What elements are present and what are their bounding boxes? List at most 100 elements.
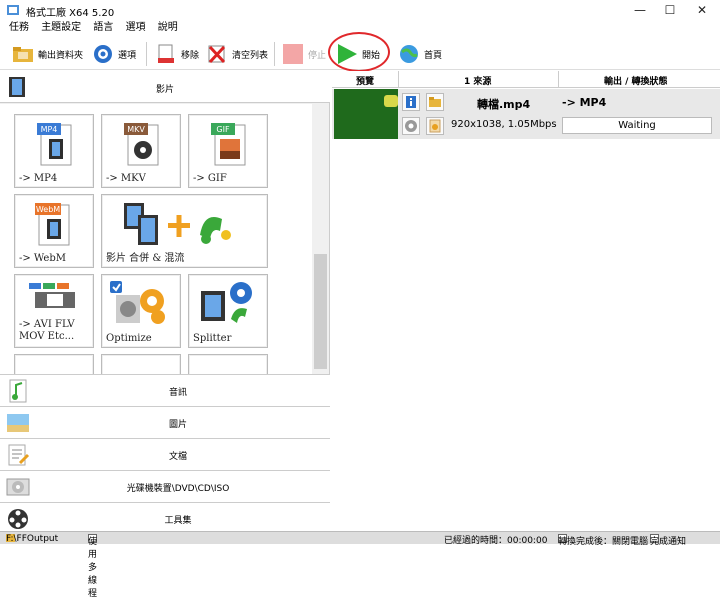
app-icon <box>7 5 19 15</box>
gif-file-icon: GIF <box>211 123 246 166</box>
category-audio[interactable]: 音訊 <box>0 374 330 406</box>
output-folder-label: 輸出資料夾 <box>38 50 84 61</box>
category-disc[interactable]: 光碟機裝置\DVD\CD\ISO <box>0 470 330 502</box>
settings-gear-icon[interactable] <box>402 117 420 135</box>
film-reel-icon <box>8 509 28 529</box>
task-list: 預覽 1 來源 輸出 / 轉換狀態 轉檔.mp4 -> MP4 920x1038… <box>332 71 720 531</box>
webm-badge-text: WebM <box>36 205 60 214</box>
multi-format-icon <box>29 283 75 308</box>
category-disc-label: 光碟機裝置\DVD\CD\ISO <box>126 484 230 494</box>
gear-glyph <box>405 120 417 132</box>
category-image[interactable]: 圖片 <box>0 406 330 438</box>
options-button[interactable]: 選項 <box>92 42 136 66</box>
tile-to-avi-flv-mov[interactable]: -> AVI FLV MOV Etc... <box>14 274 94 348</box>
tile-grid-scrollbar[interactable] <box>312 104 329 374</box>
tile-label: Splitter <box>193 333 232 344</box>
menu-item-help[interactable]: 說明 <box>158 20 178 36</box>
elapsed-time: 已經過的時間：00:00:00 <box>444 536 548 546</box>
notify-label: 完成通知 <box>650 537 687 547</box>
remove-button[interactable]: 移除 <box>155 42 199 66</box>
tile-to-webm[interactable]: WebM -> WebM <box>14 194 94 268</box>
tile-partial[interactable] <box>188 354 268 374</box>
info-icon[interactable] <box>402 93 420 111</box>
tile-to-gif[interactable]: GIF -> GIF <box>188 114 268 188</box>
menu-item-task[interactable]: 任務 <box>9 20 29 36</box>
tile-to-mp4[interactable]: MP4 -> MP4 <box>14 114 94 188</box>
tile-video-merge-mux[interactable]: 影片 合併 & 混流 <box>101 194 268 268</box>
category-image-label: 圖片 <box>168 420 188 430</box>
tile-label-line2: MOV Etc... <box>19 331 75 342</box>
mkv-badge-text: MKV <box>127 125 145 134</box>
toolbar-divider <box>146 42 147 66</box>
open-folder-icon[interactable] <box>426 93 444 111</box>
tile-to-mkv[interactable]: MKV -> MKV <box>101 114 181 188</box>
start-highlight-circle <box>328 32 390 72</box>
column-header-output-status[interactable]: 輸出 / 轉換狀態 <box>604 74 668 87</box>
category-document-label: 文檔 <box>168 452 188 462</box>
output-format: -> MP4 <box>562 96 607 109</box>
preview-highlight <box>384 95 398 107</box>
tile-splitter[interactable]: Splitter <box>188 274 268 348</box>
video-tool-grid: MP4 -> MP4 MKV -> MKV GIF -> GIF WebM ->… <box>0 104 312 374</box>
remove-document-icon <box>158 44 174 63</box>
window-title: 格式工廠 X64 5.20 <box>26 8 115 19</box>
category-tools-label: 工具集 <box>164 516 192 526</box>
column-divider <box>558 71 559 88</box>
mkv-file-icon: MKV <box>124 123 159 166</box>
merge-film-music-icon <box>124 203 231 245</box>
clear-list-label: 清空列表 <box>232 50 269 61</box>
column-header-source[interactable]: 1 來源 <box>464 74 491 87</box>
output-path-text: F:\FFOutput <box>6 534 59 544</box>
tile-label: -> WebM <box>19 253 66 264</box>
output-folder-button[interactable]: 輸出資料夾 <box>12 42 83 66</box>
category-document[interactable]: 文檔 <box>0 438 330 470</box>
maximize-button[interactable]: ☐ <box>656 2 684 18</box>
category-video-label: 影片 <box>155 85 175 95</box>
output-settings-icon[interactable] <box>426 117 444 135</box>
source-filename: 轉檔.mp4 <box>477 98 531 111</box>
category-tools[interactable]: 工具集 <box>0 502 330 534</box>
menu-item-theme[interactable]: 主題設定 <box>41 20 81 36</box>
tile-label-line1: -> AVI FLV <box>19 319 75 330</box>
clear-list-button[interactable]: 清空列表 <box>206 42 268 66</box>
close-button[interactable]: ✕ <box>688 2 716 18</box>
webm-file-icon: WebM <box>35 203 70 246</box>
home-label: 首頁 <box>424 50 443 61</box>
category-video[interactable]: 影片 <box>0 71 330 103</box>
status-bar: F:\FFOutput 使用多線程 已經過的時間：00:00:00 轉換完成後：… <box>0 531 720 599</box>
source-media-info: 920x1038, 1.05Mbps, 0 <box>451 119 557 130</box>
stop-label: 停止 <box>308 50 327 61</box>
disc-drive-icon <box>6 478 30 496</box>
task-row[interactable]: 轉檔.mp4 -> MP4 920x1038, 1.05Mbps, 0 Wait… <box>332 89 720 139</box>
column-divider <box>398 71 399 88</box>
options-gear-icon <box>94 45 112 63</box>
toolbar-divider <box>274 42 275 66</box>
optimize-gears-icon <box>110 281 165 324</box>
tile-label: -> MKV <box>106 173 146 184</box>
tile-partial[interactable] <box>101 354 181 374</box>
menu-item-options[interactable]: 選項 <box>126 20 146 36</box>
options-label: 選項 <box>118 50 137 61</box>
mp4-file-icon: MP4 <box>37 123 72 166</box>
scrollbar-thumb[interactable] <box>314 254 327 369</box>
folder-glyph <box>429 97 441 107</box>
tile-label: -> MP4 <box>19 173 58 184</box>
tile-label: Optimize <box>106 333 152 344</box>
home-globe-icon <box>400 45 418 63</box>
stop-button[interactable]: 停止 <box>282 42 326 66</box>
category-panel: 影片 MP4 -> MP4 MKV -> MKV GIF -> GIF WebM… <box>0 71 330 534</box>
tile-optimize[interactable]: Optimize <box>101 274 181 348</box>
mp4-badge-text: MP4 <box>41 125 58 134</box>
home-button[interactable]: 首頁 <box>398 42 442 66</box>
conversion-status: Waiting <box>562 117 712 134</box>
minimize-button[interactable]: — <box>626 2 654 18</box>
category-audio-label: 音訊 <box>168 388 188 398</box>
tile-label: -> GIF <box>193 173 227 184</box>
column-header-preview[interactable]: 預覽 <box>356 74 374 87</box>
remove-label: 移除 <box>181 50 200 61</box>
task-list-header: 預覽 1 來源 輸出 / 轉換狀態 <box>332 71 720 88</box>
tile-partial[interactable] <box>14 354 94 374</box>
menu-item-language[interactable]: 語言 <box>93 20 113 36</box>
info-glyph <box>406 96 416 108</box>
folder-icon <box>13 47 33 62</box>
